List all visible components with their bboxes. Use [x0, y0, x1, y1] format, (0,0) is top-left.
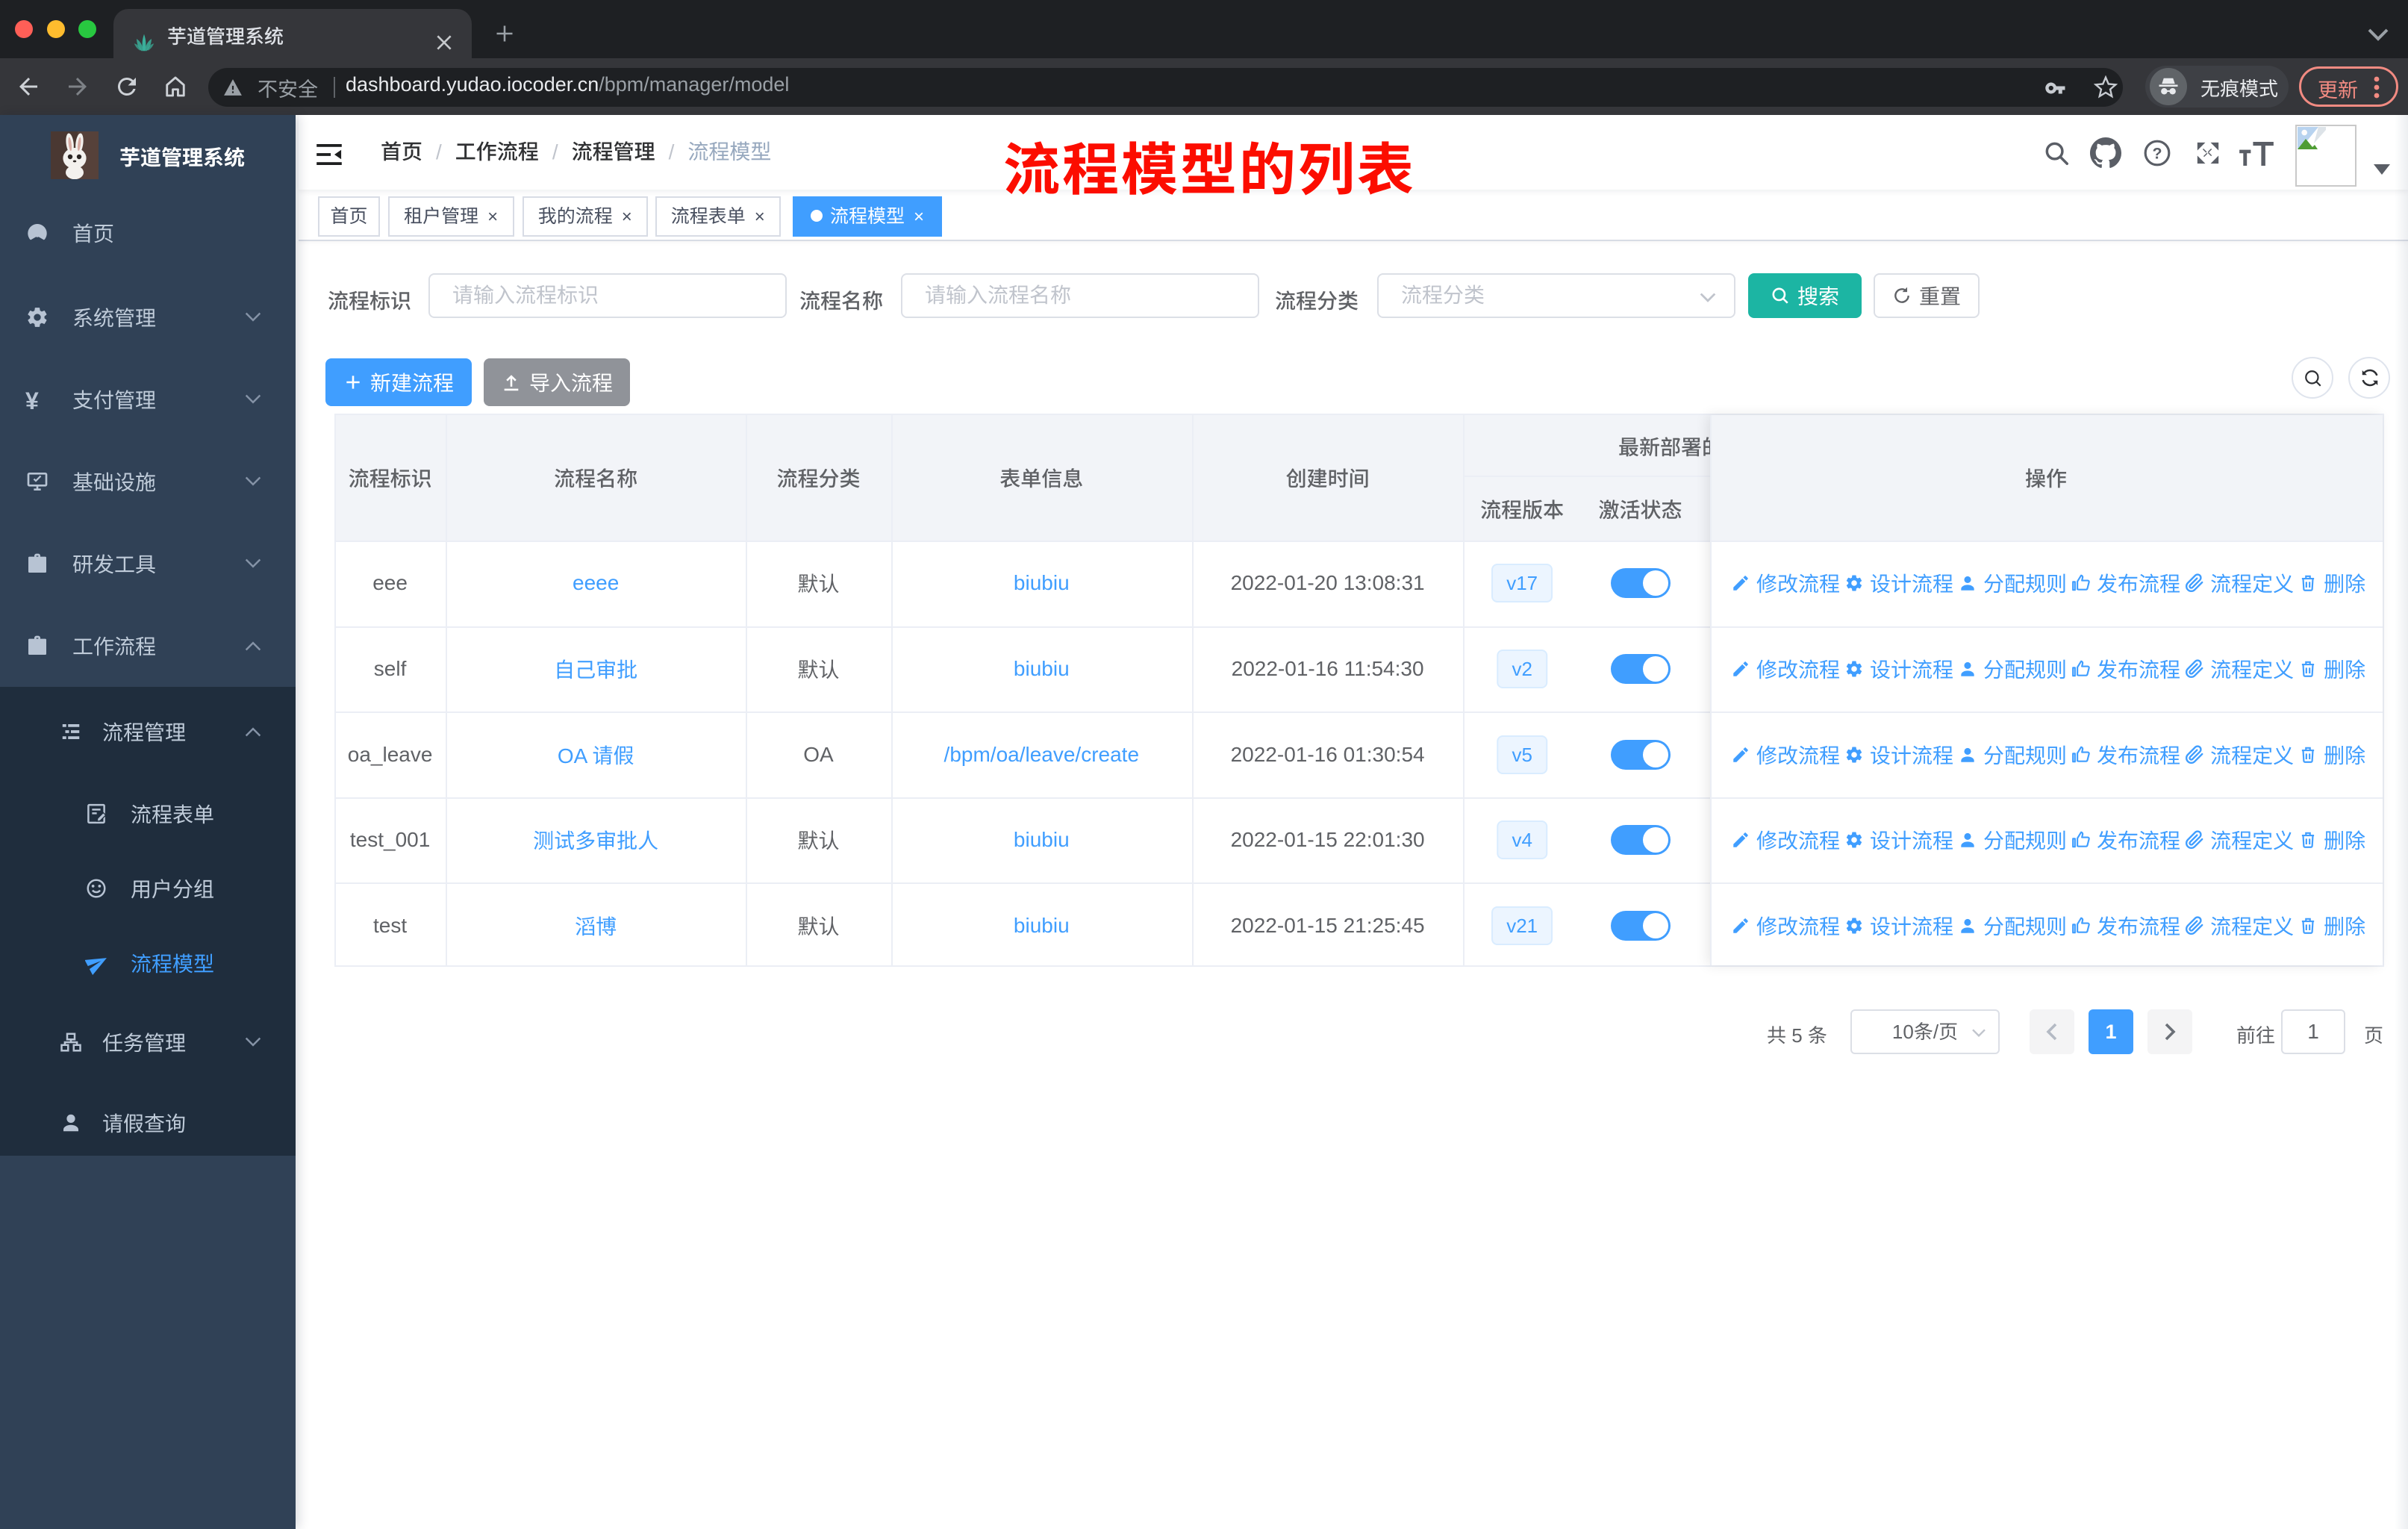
svg-text:?: ?	[2152, 144, 2162, 162]
